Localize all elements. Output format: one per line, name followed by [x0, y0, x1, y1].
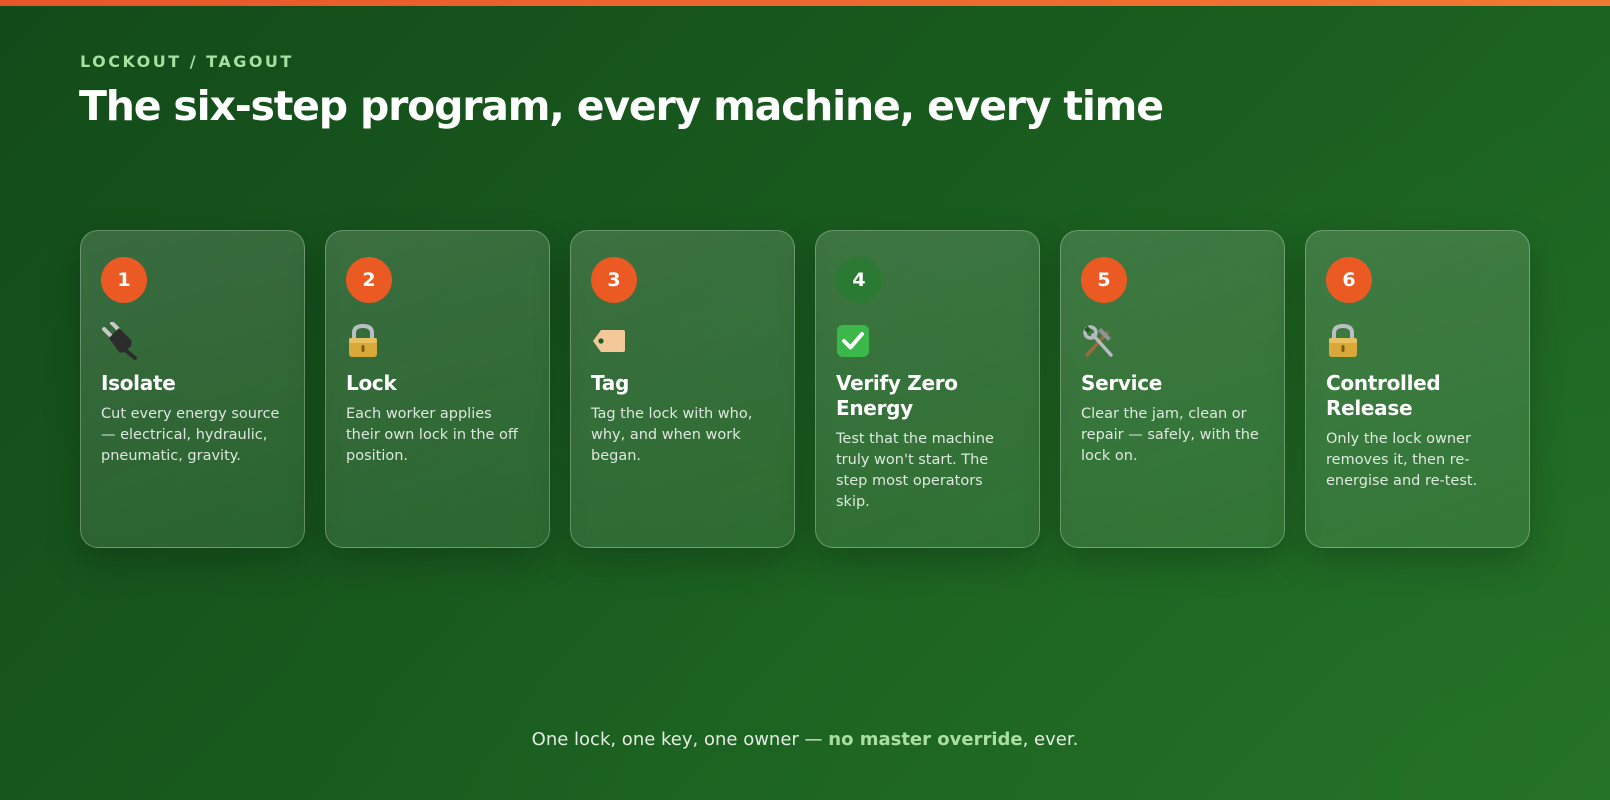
- step-number-badge: 3: [591, 257, 637, 303]
- footer-text-after: , ever.: [1022, 729, 1079, 750]
- step-number-badge: 2: [346, 257, 392, 303]
- step-title: Verify Zero Energy: [836, 371, 958, 420]
- page-title: The six-step program, every machine, eve…: [79, 82, 1164, 130]
- step-title: Service: [1081, 371, 1163, 395]
- step-title: Tag: [591, 371, 629, 395]
- step-number-badge: 5: [1081, 257, 1127, 303]
- section-eyebrow: LOCKOUT / TAGOUT: [80, 52, 294, 71]
- step-description: Clear the jam, clean or repair — safely,…: [1081, 406, 1259, 464]
- footer-note: One lock, one key, one owner — no master…: [0, 729, 1610, 750]
- step-card-service: 5 Service Clear the jam, clean or repair…: [1060, 230, 1285, 548]
- step-description: Test that the machine truly won't start.…: [836, 431, 994, 510]
- top-accent-bar: [0, 0, 1610, 6]
- step-card-controlled-release: 6 Controlled Release Only the lock owner…: [1305, 230, 1530, 548]
- plug-icon: [101, 322, 141, 360]
- step-title: Lock: [346, 371, 397, 395]
- step-title: Isolate: [101, 371, 176, 395]
- step-description: Tag the lock with who, why, and when wor…: [591, 406, 753, 464]
- hammer-wrench-icon: [1081, 323, 1121, 359]
- footer-text-before: One lock, one key, one owner —: [531, 729, 829, 750]
- check-mark-icon: [836, 323, 876, 359]
- tag-icon: [591, 323, 631, 359]
- step-card-lock: 2 Lock Each worker applies their own loc…: [325, 230, 550, 548]
- step-number-badge: 6: [1326, 257, 1372, 303]
- step-number-badge: 1: [101, 257, 147, 303]
- step-description: Each worker applies their own lock in th…: [346, 406, 518, 464]
- step-description: Only the lock owner removes it, then re-…: [1326, 431, 1478, 489]
- step-card-verify-zero-energy: 4 Verify Zero Energy Test that the machi…: [815, 230, 1040, 548]
- step-card-tag: 3 Tag Tag the lock with who, why, and wh…: [570, 230, 795, 548]
- step-number-badge: 4: [836, 257, 882, 303]
- step-card-isolate: 1 Isolate Cut every energy source — elec…: [80, 230, 305, 548]
- padlock-icon: [346, 323, 386, 359]
- step-description: Cut every energy source — electrical, hy…: [101, 406, 280, 464]
- footer-highlight: no master override: [828, 729, 1023, 750]
- step-title: Controlled Release: [1326, 371, 1441, 420]
- steps-grid: 1 Isolate Cut every energy source — elec…: [80, 230, 1530, 550]
- padlock-icon: [1326, 323, 1366, 359]
